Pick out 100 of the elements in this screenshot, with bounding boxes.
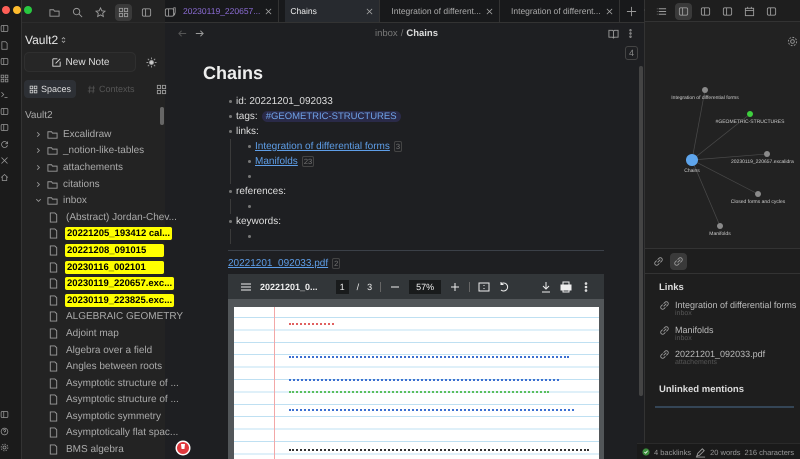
- grid-icon[interactable]: [118, 7, 129, 18]
- minimize-window-button[interactable]: [13, 6, 21, 14]
- chevron-icon[interactable]: [35, 164, 42, 171]
- graph-node[interactable]: [764, 151, 770, 157]
- folder-item[interactable]: Excalidraw: [25, 126, 165, 143]
- book-icon[interactable]: [608, 28, 619, 39]
- file-item[interactable]: Adjoint map: [64, 326, 121, 340]
- alert-icon[interactable]: [175, 440, 191, 456]
- breadcrumb-note[interactable]: Chains: [406, 28, 438, 39]
- home-icon[interactable]: [0, 172, 9, 182]
- breadcrumb-folder[interactable]: inbox: [374, 28, 398, 39]
- file-icon: [48, 294, 59, 306]
- folder-icon[interactable]: [49, 7, 60, 18]
- chevron-icon[interactable]: [35, 197, 42, 204]
- vault-switcher[interactable]: Vault2: [25, 32, 58, 46]
- close-icon[interactable]: [604, 6, 614, 16]
- file-item[interactable]: ALGEBRAIC GEOMETRY: [64, 310, 186, 324]
- calendar-icon[interactable]: [744, 6, 755, 17]
- star-icon[interactable]: [95, 7, 106, 18]
- refresh-icon[interactable]: [0, 140, 9, 148]
- file-item[interactable]: BMS algebra: [64, 443, 126, 456]
- fit-page-icon[interactable]: [478, 280, 490, 292]
- chevron-icon[interactable]: [35, 180, 42, 188]
- sidebar-tab[interactable]: Spaces: [24, 80, 76, 98]
- file-icon: [48, 278, 59, 290]
- tag-pill[interactable]: #GEOMETRIC-STRUCTURES: [262, 111, 401, 122]
- file-icon[interactable]: [0, 40, 9, 50]
- graph-node[interactable]: [747, 111, 753, 117]
- rotate-icon[interactable]: [498, 280, 510, 292]
- zoom-field[interactable]: 57%: [409, 280, 442, 294]
- download-icon[interactable]: [540, 280, 552, 292]
- graph-node[interactable]: [686, 154, 698, 166]
- menu-icon[interactable]: [240, 280, 252, 292]
- forward-icon[interactable]: [194, 28, 205, 39]
- file-icon: [48, 378, 59, 389]
- page-number-field[interactable]: 1: [336, 280, 349, 294]
- file-item[interactable]: Algebra over a field: [64, 344, 154, 357]
- editor-tab[interactable]: Chains: [285, 0, 380, 22]
- internal-link[interactable]: Manifolds: [255, 156, 298, 167]
- close-window-button[interactable]: [2, 6, 10, 14]
- file-item[interactable]: 20221205_193412 cal...: [64, 226, 174, 242]
- file-item[interactable]: Asymptotic symmetry: [64, 410, 164, 423]
- settings-icon[interactable]: [0, 443, 9, 452]
- linked-note[interactable]: Integration of differential forms: [675, 300, 796, 310]
- list-icon[interactable]: [656, 6, 667, 17]
- grid-icon[interactable]: [156, 84, 167, 94]
- folder-icon: [47, 195, 58, 206]
- new-tab-icon[interactable]: [626, 6, 637, 16]
- sun-icon[interactable]: [146, 56, 157, 68]
- file-item[interactable]: 20221208_091015: [64, 242, 165, 258]
- close-icon[interactable]: [0, 156, 9, 165]
- panel-icon[interactable]: [766, 6, 777, 17]
- file-item[interactable]: Asymptotic structure of ...: [64, 376, 181, 390]
- folder-item[interactable]: inbox: [25, 192, 165, 209]
- close-icon[interactable]: [264, 6, 274, 16]
- sync-check-icon[interactable]: [642, 448, 650, 456]
- sidebar-icon[interactable]: [164, 7, 175, 18]
- file-item[interactable]: 20230116_002101: [64, 260, 165, 275]
- hash-icon: [87, 84, 96, 94]
- pencil-icon: [695, 446, 706, 458]
- file-icon: [48, 228, 59, 240]
- graph-node[interactable]: [755, 191, 761, 197]
- help-icon[interactable]: [0, 426, 9, 436]
- search-icon[interactable]: [72, 7, 83, 18]
- folder-item[interactable]: _notion-like-tables: [25, 142, 165, 160]
- file-icon: [48, 427, 59, 438]
- editor-tab[interactable]: Integration of different...: [506, 0, 620, 22]
- graph-node[interactable]: [717, 223, 723, 229]
- close-icon[interactable]: [485, 6, 494, 16]
- file-item[interactable]: Asymptotically flat spac...: [64, 426, 180, 440]
- editor-tab[interactable]: Integration of different...: [386, 0, 500, 22]
- chevron-icon[interactable]: [35, 147, 42, 154]
- folder-item[interactable]: citations: [25, 176, 165, 192]
- file-item[interactable]: Angles between roots: [64, 360, 164, 374]
- terminal-icon[interactable]: [0, 90, 9, 99]
- pdf-link[interactable]: 20221201_092033.pdf: [228, 258, 328, 269]
- zoom-in-icon[interactable]: [449, 280, 462, 292]
- file-item[interactable]: 20230119_220657.exc...: [64, 276, 176, 292]
- linked-note[interactable]: Manifolds: [675, 324, 714, 334]
- file-icon: [48, 444, 59, 456]
- folder-item[interactable]: attachements: [25, 159, 165, 176]
- chevron-icon[interactable]: [35, 130, 42, 138]
- file-icon: [48, 410, 59, 422]
- file-item[interactable]: (Abstract) Jordan-Chev...: [64, 210, 179, 224]
- file-item[interactable]: Asymptotic structure of ...: [64, 393, 181, 406]
- internal-link[interactable]: Integration of differential forms: [255, 141, 390, 152]
- file-item[interactable]: 20230119_223825.exc...: [64, 292, 176, 308]
- scrollbar[interactable]: [160, 107, 164, 125]
- linked-note[interactable]: 20221201_092033.pdf: [675, 349, 766, 359]
- graph-node[interactable]: [702, 87, 708, 93]
- close-icon[interactable]: [365, 6, 374, 16]
- up-down-chevron-icon[interactable]: [61, 36, 66, 44]
- settings-icon[interactable]: [787, 36, 798, 47]
- grid-icon[interactable]: [0, 74, 9, 82]
- grid-icon: [29, 84, 38, 94]
- editor-tab[interactable]: 20230119_220657...: [165, 0, 280, 22]
- print-icon[interactable]: [560, 280, 572, 292]
- note-title: Chains: [203, 62, 264, 85]
- folder-icon: [47, 178, 58, 190]
- new-note-button[interactable]: New Note: [24, 52, 136, 72]
